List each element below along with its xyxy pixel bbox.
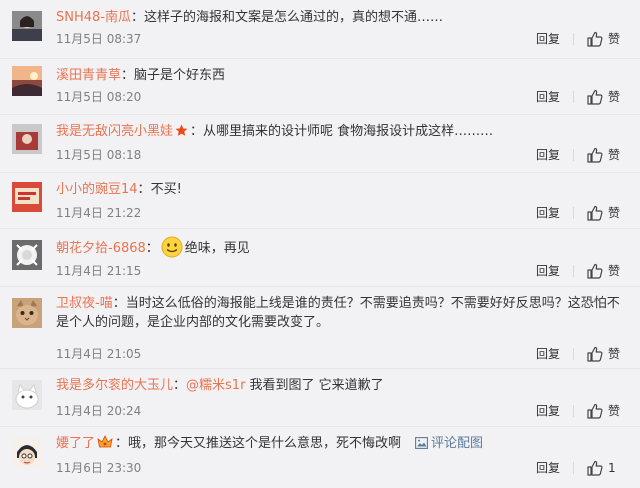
- like-button[interactable]: 赞: [586, 402, 628, 420]
- divider: [573, 149, 574, 161]
- comment-time: 11月5日 08:37: [56, 32, 142, 46]
- divider: [573, 33, 574, 45]
- reply-button[interactable]: 回复: [536, 146, 560, 164]
- star-badge-icon: [175, 124, 188, 136]
- comment-actions: 回复 赞: [528, 262, 628, 280]
- comment-item: 溪田青青草：脑子是个好东西 11月5日 08:20 回复 赞: [0, 58, 640, 115]
- thumbs-up-icon: [587, 460, 603, 476]
- like-count: 1: [608, 461, 616, 475]
- divider: [573, 348, 574, 360]
- avatar[interactable]: [12, 380, 42, 410]
- thumbs-up-icon: [587, 403, 603, 419]
- like-button[interactable]: 赞: [586, 88, 628, 106]
- thumbs-up-icon: [587, 147, 603, 163]
- thumbs-up-icon: [587, 346, 603, 362]
- crown-badge-icon: [97, 435, 113, 448]
- comment-time: 11月4日 21:05: [56, 347, 142, 361]
- username-link[interactable]: SNH48-南瓜: [56, 10, 131, 25]
- comment-time: 11月4日 20:24: [56, 404, 142, 418]
- comment-text: 这样子的海报和文案是怎么通过的，真的想不通……: [144, 10, 444, 25]
- view-image-link[interactable]: 评论配图: [415, 436, 483, 451]
- thumbs-up-icon: [587, 205, 603, 221]
- like-button[interactable]: 赞: [586, 204, 628, 222]
- avatar[interactable]: [12, 182, 42, 212]
- divider: [573, 91, 574, 103]
- comment-time: 11月4日 21:15: [56, 264, 142, 278]
- like-button[interactable]: 赞: [586, 345, 628, 363]
- comment-text: 绝味，再见: [184, 241, 250, 256]
- username-link[interactable]: 小小的豌豆14: [56, 182, 138, 197]
- avatar[interactable]: [12, 124, 42, 154]
- divider: [573, 207, 574, 219]
- comment-time: 11月5日 08:18: [56, 148, 142, 162]
- like-button[interactable]: 赞: [586, 146, 628, 164]
- like-button[interactable]: 赞: [586, 262, 628, 280]
- comment-actions: 回复 赞: [528, 345, 628, 363]
- username-link[interactable]: 婹了了: [56, 436, 95, 451]
- comment-item: 我是多尔衮的大玉儿：@糯米s1r 我看到图了 它来道歉了 11月4日 20:24…: [0, 368, 640, 427]
- comment-time: 11月4日 21:22: [56, 206, 142, 220]
- username-link[interactable]: 卫叔夜-喵: [56, 296, 113, 311]
- username-link[interactable]: 朝花夕拾-6868: [56, 241, 146, 256]
- comment-text: 哦，那今天又推送这个是什么意思，死不悔改啊: [128, 436, 402, 451]
- comment-time: 11月5日 08:20: [56, 90, 142, 104]
- username-link[interactable]: 我是多尔衮的大玉儿: [56, 378, 173, 393]
- comment-actions: 回复 赞: [528, 402, 628, 420]
- thumbs-up-icon: [587, 31, 603, 47]
- comment-item: SNH48-南瓜：这样子的海报和文案是怎么通过的，真的想不通…… 11月5日 0…: [0, 0, 640, 59]
- comment-item: 朝花夕拾-6868： 绝味，再见 11月4日 21:15 回复 赞: [0, 228, 640, 287]
- divider: [573, 462, 574, 474]
- comment-actions: 回复 赞: [528, 146, 628, 164]
- avatar[interactable]: [12, 298, 42, 328]
- username-link[interactable]: 我是无敌闪亮小黑娃: [56, 124, 173, 139]
- thumbs-up-icon: [587, 89, 603, 105]
- comment-text: 我看到图了 它来道歉了: [245, 378, 384, 393]
- comment-actions: 回复 赞: [528, 88, 628, 106]
- reply-button[interactable]: 回复: [536, 204, 560, 222]
- thumbs-up-icon: [587, 263, 603, 279]
- avatar[interactable]: [12, 11, 42, 41]
- divider: [573, 265, 574, 277]
- comment-text: 从哪里搞来的设计师呢 食物海报设计成这样………: [203, 124, 494, 139]
- comment-actions: 回复 赞: [528, 204, 628, 222]
- comment-actions: 回复 1: [528, 459, 628, 477]
- avatar[interactable]: [12, 240, 42, 270]
- reply-button[interactable]: 回复: [536, 30, 560, 48]
- reply-button[interactable]: 回复: [536, 459, 560, 477]
- like-button[interactable]: 赞: [586, 30, 628, 48]
- comment-item: 我是无敌闪亮小黑娃 ：从哪里搞来的设计师呢 食物海报设计成这样……… 11月5日 …: [0, 114, 640, 173]
- like-button[interactable]: 1: [586, 459, 628, 477]
- comment-item: 卫叔夜-喵：当时这么低俗的海报能上线是谁的责任？不需要追责吗？不需要好好反思吗？…: [0, 286, 640, 369]
- comment-text: 脑子是个好东西: [134, 68, 226, 83]
- comment-actions: 回复 赞: [528, 30, 628, 48]
- divider: [573, 405, 574, 417]
- image-icon: [415, 437, 428, 449]
- comment-list: SNH48-南瓜：这样子的海报和文案是怎么通过的，真的想不通…… 11月5日 0…: [0, 0, 640, 488]
- username-link[interactable]: 溪田青青草: [56, 68, 121, 83]
- reply-button[interactable]: 回复: [536, 88, 560, 106]
- smile-emoji-icon: [161, 236, 183, 258]
- reply-button[interactable]: 回复: [536, 402, 560, 420]
- reply-button[interactable]: 回复: [536, 262, 560, 280]
- comment-item: 婹了了 ：哦，那今天又推送这个是什么意思，死不悔改啊 评论配图 11月6日 23:3…: [0, 426, 640, 488]
- comment-item: 小小的豌豆14：不买! 11月4日 21:22 回复 赞: [0, 172, 640, 229]
- avatar[interactable]: [12, 66, 42, 96]
- comment-time: 11月6日 23:30: [56, 461, 142, 475]
- avatar[interactable]: [12, 438, 42, 468]
- reply-button[interactable]: 回复: [536, 345, 560, 363]
- comment-text: 不买!: [150, 182, 182, 197]
- comment-text: 当时这么低俗的海报能上线是谁的责任？不需要追责吗？不需要好好反思吗？这恐怕不是个…: [56, 296, 620, 330]
- mention-link[interactable]: @糯米s1r: [186, 378, 245, 393]
